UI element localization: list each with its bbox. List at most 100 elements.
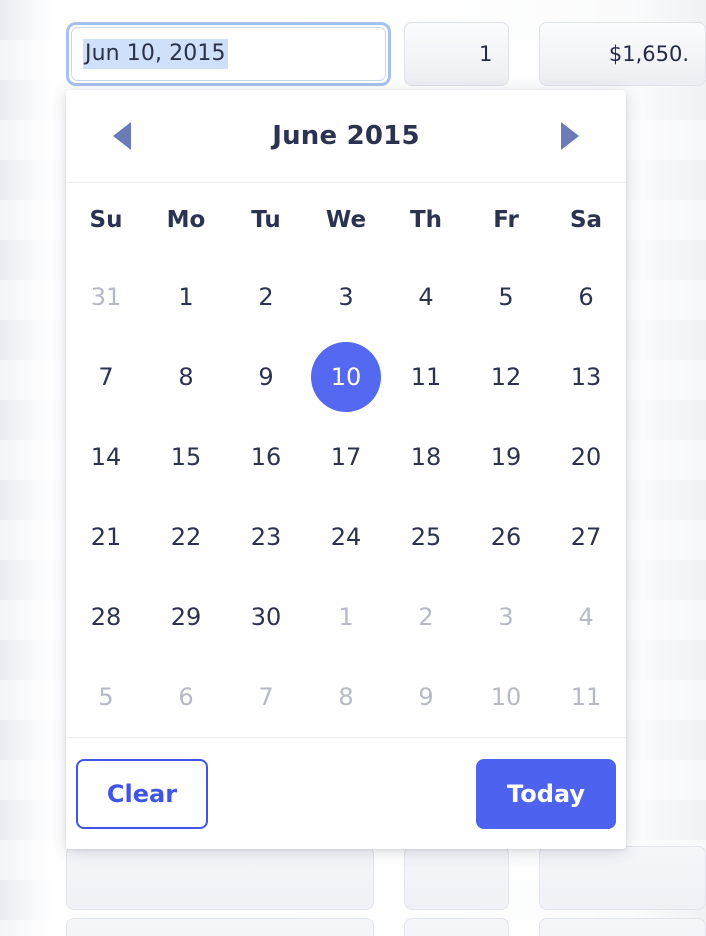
calendar-day[interactable]: 11: [551, 662, 621, 732]
calendar-day-cell: 28: [66, 577, 146, 657]
calendar-day[interactable]: 16: [231, 422, 301, 492]
calendar-day-cell: 24: [306, 497, 386, 577]
calendar-day-cell: 18: [386, 417, 466, 497]
calendar-day-cell: 31: [66, 257, 146, 337]
calendar-week-row: 28 29 30 1 2 3 4: [66, 577, 626, 657]
calendar-day[interactable]: 23: [231, 502, 301, 572]
amount-field[interactable]: $1,650.: [539, 22, 706, 86]
calendar-day[interactable]: 1: [151, 262, 221, 332]
calendar-day-cell: 2: [386, 577, 466, 657]
calendar-day-cell: 7: [226, 657, 306, 737]
calendar-day-cell: 20: [546, 417, 626, 497]
calendar-day-cell: 3: [466, 577, 546, 657]
calendar-day[interactable]: 24: [311, 502, 381, 572]
weekday-label: Tu: [251, 207, 281, 233]
calendar-day[interactable]: 21: [71, 502, 141, 572]
calendar-day[interactable]: 28: [71, 582, 141, 652]
calendar-day-cell: 17: [306, 417, 386, 497]
calendar-day[interactable]: 1: [311, 582, 381, 652]
quantity-field[interactable]: [403, 918, 510, 936]
calendar-day[interactable]: 2: [391, 582, 461, 652]
calendar-day[interactable]: 3: [471, 582, 541, 652]
calendar-day[interactable]: 4: [551, 582, 621, 652]
prev-month-button[interactable]: [102, 116, 142, 156]
calendar-week-row: 7 8 9 10 11 12 13: [66, 337, 626, 417]
calendar-day[interactable]: 27: [551, 502, 621, 572]
calendar-day[interactable]: 30: [231, 582, 301, 652]
calendar-day-cell: 6: [146, 657, 226, 737]
calendar-day[interactable]: 29: [151, 582, 221, 652]
calendar-day[interactable]: 15: [151, 422, 221, 492]
calendar-day[interactable]: 20: [551, 422, 621, 492]
calendar-day-cell: 23: [226, 497, 306, 577]
calendar-day-cell: 9: [386, 657, 466, 737]
calendar-day-cell: 27: [546, 497, 626, 577]
calendar-day[interactable]: 2: [231, 262, 301, 332]
date-input[interactable]: Jun 10, 2015: [66, 22, 391, 86]
calendar-day[interactable]: 18: [391, 422, 461, 492]
calendar-day[interactable]: 6: [151, 662, 221, 732]
calendar-day[interactable]: 5: [471, 262, 541, 332]
calendar-week-row: 5 6 7 8 9 10 11: [66, 657, 626, 737]
calendar-day-selected[interactable]: 10: [311, 342, 381, 412]
amount-field[interactable]: [539, 918, 706, 936]
calendar-day[interactable]: 22: [151, 502, 221, 572]
calendar-day[interactable]: 7: [231, 662, 301, 732]
calendar-day-cell: 8: [146, 337, 226, 417]
datepicker-title: June 2015: [272, 121, 420, 151]
calendar-day[interactable]: 10: [471, 662, 541, 732]
calendar-day-cell: 13: [546, 337, 626, 417]
calendar-day-cell: 7: [66, 337, 146, 417]
datepicker-footer: Clear Today: [66, 737, 626, 849]
calendar-day[interactable]: 6: [551, 262, 621, 332]
calendar-day[interactable]: 19: [471, 422, 541, 492]
calendar-day[interactable]: 13: [551, 342, 621, 412]
calendar-day[interactable]: 12: [471, 342, 541, 412]
weekday-label: Su: [89, 207, 123, 233]
quantity-value: 1: [478, 42, 493, 66]
calendar-day-cell: 19: [466, 417, 546, 497]
calendar-day-cell: 11: [386, 337, 466, 417]
calendar-day-cell: 3: [306, 257, 386, 337]
calendar-day[interactable]: 26: [471, 502, 541, 572]
calendar-day[interactable]: 7: [71, 342, 141, 412]
calendar-day[interactable]: 25: [391, 502, 461, 572]
calendar-day[interactable]: 9: [391, 662, 461, 732]
calendar-day-cell: 9: [226, 337, 306, 417]
calendar-day[interactable]: 17: [311, 422, 381, 492]
datepicker-body: Su Mo Tu We Th Fr Sa 31 1 2 3 4 5 6 7 8 9 10 11 12 13 14 15 16…: [66, 183, 626, 737]
calendar-day-cell: 4: [546, 577, 626, 657]
date-input-value: Jun 10, 2015: [83, 39, 228, 69]
datepicker-screen: 1 $1,650. Jun 10, 2015 June 2015 Su Mo T…: [0, 0, 706, 936]
calendar-week-row: 14 15 16 17 18 19 20: [66, 417, 626, 497]
date-field[interactable]: [66, 918, 374, 936]
calendar-day[interactable]: 8: [151, 342, 221, 412]
weekday-label: Sa: [569, 207, 603, 233]
weekday-label: We: [325, 207, 367, 233]
amount-field[interactable]: [539, 846, 706, 910]
datepicker-popup: June 2015 Su Mo Tu We Th Fr Sa 31 1 2 3 4 5 6 7 8 9 10 11…: [66, 90, 626, 849]
quantity-field[interactable]: [403, 846, 510, 910]
weekday-label: Th: [409, 207, 443, 233]
quantity-field[interactable]: 1: [403, 22, 510, 86]
calendar-day[interactable]: 9: [231, 342, 301, 412]
next-month-button[interactable]: [550, 116, 590, 156]
calendar-day-cell: 8: [306, 657, 386, 737]
calendar-day-cell: 1: [306, 577, 386, 657]
calendar-day[interactable]: 3: [311, 262, 381, 332]
calendar-day-cell: 21: [66, 497, 146, 577]
calendar-day-cell: 4: [386, 257, 466, 337]
calendar-day[interactable]: 8: [311, 662, 381, 732]
calendar-day-cell: 26: [466, 497, 546, 577]
calendar-day-cell: 14: [66, 417, 146, 497]
calendar-day[interactable]: 11: [391, 342, 461, 412]
calendar-day[interactable]: 5: [71, 662, 141, 732]
calendar-day-cell: 1: [146, 257, 226, 337]
calendar-day[interactable]: 31: [71, 262, 141, 332]
calendar-day[interactable]: 14: [71, 422, 141, 492]
clear-button[interactable]: Clear: [76, 758, 208, 829]
calendar-day[interactable]: 4: [391, 262, 461, 332]
today-button[interactable]: Today: [476, 758, 616, 829]
date-field[interactable]: [66, 846, 374, 910]
calendar-day-cell: 29: [146, 577, 226, 657]
